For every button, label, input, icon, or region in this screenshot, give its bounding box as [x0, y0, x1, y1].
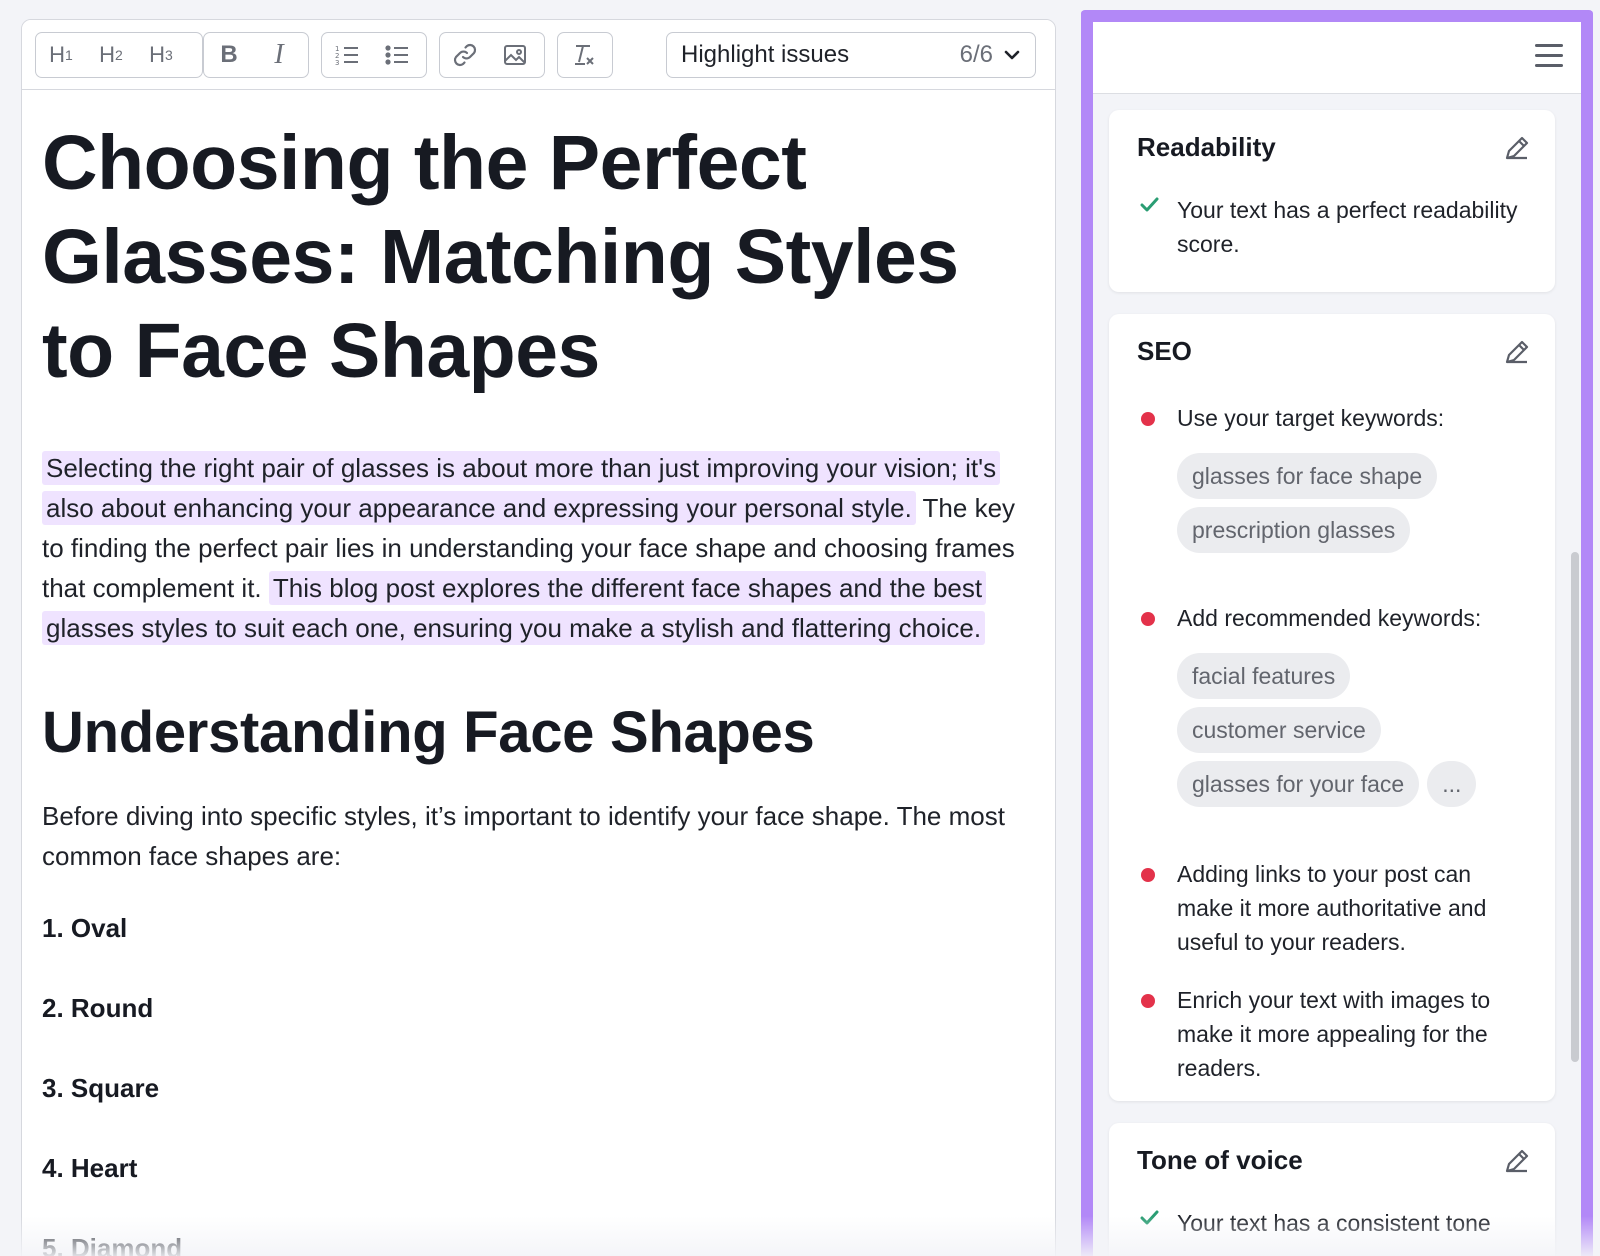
h3-label: H	[149, 42, 166, 67]
keyword-chip[interactable]: prescription glasses	[1177, 507, 1411, 553]
link-icon	[453, 43, 477, 67]
h2-sub: 2	[115, 47, 123, 63]
target-keyword-chips: glasses for face shape prescription glas…	[1177, 453, 1527, 553]
panel-scrollbar[interactable]	[1571, 552, 1579, 1062]
readability-message: Your text has a perfect readability scor…	[1177, 197, 1518, 257]
list-item: 2. Round	[42, 993, 154, 1023]
panel-header	[1093, 22, 1581, 94]
ordered-list-button[interactable]: 123	[322, 33, 372, 77]
h1-label: H	[49, 42, 66, 67]
highlight-label: Highlight issues	[681, 41, 850, 68]
readability-title: Readability	[1137, 132, 1276, 162]
check-icon	[1140, 197, 1159, 212]
pencil-icon[interactable]	[1501, 1145, 1533, 1177]
recommended-keywords-item: Add recommended keywords: facial feature…	[1137, 601, 1527, 807]
editor-content[interactable]: Choosing the Perfect Glasses: Matching S…	[22, 90, 1055, 1256]
clear-format-button[interactable]	[558, 33, 608, 77]
image-button[interactable]	[490, 33, 540, 77]
images-tip-item: Enrich your text with images to make it …	[1137, 983, 1527, 1085]
intro-paragraph: Selecting the right pair of glasses is a…	[42, 448, 1035, 648]
bullet-list-button[interactable]	[372, 33, 422, 77]
issue-dot	[1141, 412, 1155, 426]
recommended-keywords-label: Add recommended keywords:	[1177, 605, 1482, 631]
chevron-down-icon	[1004, 50, 1020, 60]
list-item: 1. Oval	[42, 913, 128, 943]
bold-label: B	[220, 41, 238, 68]
seo-title: SEO	[1137, 336, 1192, 366]
pencil-icon[interactable]	[1501, 336, 1533, 368]
heading-group: H1 H2 H3	[35, 32, 203, 78]
bullet-list-icon	[385, 45, 408, 65]
links-tip-text: Adding links to your post can make it mo…	[1177, 861, 1487, 955]
keyword-chip[interactable]: glasses for face shape	[1177, 453, 1438, 499]
h3-sub: 3	[165, 47, 173, 63]
tone-title: Tone of voice	[1137, 1145, 1303, 1175]
image-icon	[504, 45, 526, 65]
list-item: 5. Diamond	[42, 1233, 183, 1256]
recommended-keyword-chips: facial features customer service glasses…	[1177, 653, 1527, 807]
italic-button[interactable]: I	[254, 33, 304, 77]
links-tip-item: Adding links to your post can make it mo…	[1137, 857, 1527, 959]
editor-toolbar: H1 H2 H3 B I 123 Highlight issues 6/6	[22, 20, 1055, 90]
h1-button[interactable]: H1	[36, 33, 86, 77]
tone-message: Your text has a consistent tone	[1177, 1210, 1491, 1236]
target-keywords-item: Use your target keywords: glasses for fa…	[1137, 401, 1527, 553]
pencil-icon[interactable]	[1501, 132, 1533, 164]
list-item: 3. Square	[42, 1073, 160, 1103]
italic-label: I	[274, 39, 284, 70]
tone-result: Your text has a consistent tone	[1137, 1206, 1527, 1240]
seo-card: SEO Use your target keywords: glasses fo…	[1109, 314, 1555, 1101]
ordered-list-icon: 123	[335, 45, 358, 67]
highlight-issues-select[interactable]: Highlight issues 6/6	[666, 32, 1036, 78]
h2-button[interactable]: H2	[86, 33, 136, 77]
link-button[interactable]	[440, 33, 490, 77]
keyword-chip[interactable]: glasses for your face	[1177, 761, 1420, 807]
article-title: Choosing the Perfect Glasses: Matching S…	[42, 120, 959, 394]
menu-icon[interactable]	[1535, 44, 1563, 68]
h1-sub: 1	[65, 47, 73, 63]
issue-count: 6/6	[959, 41, 993, 68]
clear-group	[557, 32, 613, 78]
check-icon	[1140, 1210, 1159, 1225]
section-heading: Understanding Face Shapes	[42, 700, 815, 765]
format-group: B I	[203, 32, 309, 78]
issue-dot	[1141, 868, 1155, 882]
face-shape-list: 1. Oval 2. Round 3. Square 4. Heart 5. D…	[42, 908, 1035, 1256]
readability-card: Readability Your text has a perfect read…	[1109, 110, 1555, 292]
h2-label: H	[99, 42, 116, 67]
target-keywords-label: Use your target keywords:	[1177, 405, 1445, 431]
editor-pane: H1 H2 H3 B I 123 Highlight issues 6/6 Ch…	[21, 19, 1056, 1256]
chip-row: glasses for your face ...	[1177, 761, 1477, 807]
section-paragraph: Before diving into specific styles, it’s…	[42, 801, 1005, 871]
h3-button[interactable]: H3	[136, 33, 186, 77]
clear-format-icon	[575, 45, 594, 65]
tone-card: Tone of voice Your text has a consistent…	[1109, 1123, 1555, 1256]
more-keywords-chip[interactable]: ...	[1427, 761, 1477, 807]
list-item: 4. Heart	[42, 1153, 138, 1183]
keyword-chip[interactable]: customer service	[1177, 707, 1381, 753]
readability-result: Your text has a perfect readability scor…	[1137, 193, 1527, 261]
issue-dot	[1141, 994, 1155, 1008]
issue-dot	[1141, 612, 1155, 626]
images-tip-text: Enrich your text with images to make it …	[1177, 987, 1491, 1081]
insert-group	[439, 32, 545, 78]
highlighted-sentence[interactable]: Selecting the right pair of glasses is a…	[42, 451, 1001, 525]
bold-button[interactable]: B	[204, 33, 254, 77]
keyword-chip[interactable]: facial features	[1177, 653, 1351, 699]
list-group: 123	[321, 32, 427, 78]
recommendations-panel: Readability Your text has a perfect read…	[1081, 10, 1593, 1256]
svg-text:3: 3	[335, 59, 339, 67]
